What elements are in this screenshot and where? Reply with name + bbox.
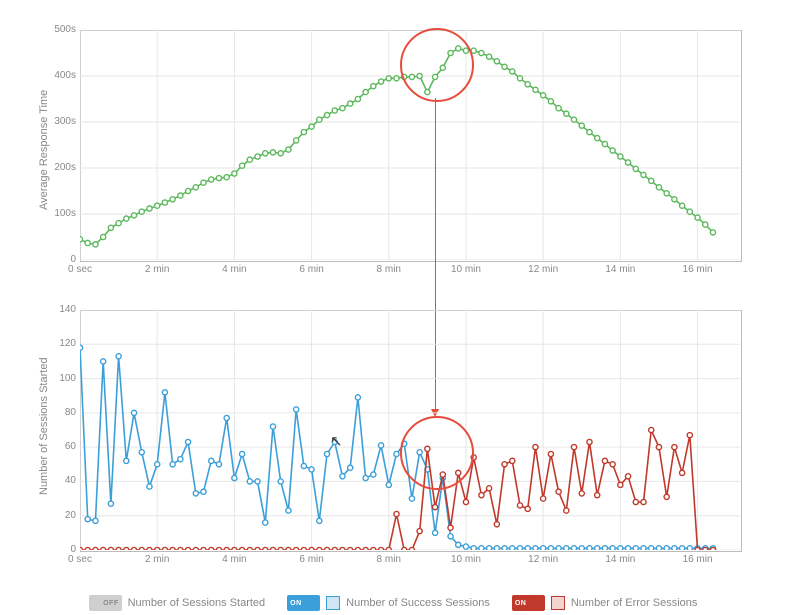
- y-tick-label: 100: [36, 373, 76, 384]
- legend-swatch-red: [551, 596, 565, 610]
- x-tick-label: 10 min: [451, 264, 481, 275]
- y-tick-label: 20: [36, 510, 76, 521]
- annotation-circle-top: [400, 28, 474, 102]
- chart-top-ylabel: Average Response Time: [38, 90, 50, 210]
- y-tick-label: 60: [36, 441, 76, 452]
- legend-item-error-sessions[interactable]: ON Number of Error Sessions: [512, 595, 698, 611]
- annotation-circle-bottom: [400, 416, 474, 490]
- legend-swatch-blue: [326, 596, 340, 610]
- x-tick-label: 14 min: [605, 264, 635, 275]
- x-tick-label: 2 min: [145, 554, 169, 565]
- y-tick-label: 140: [36, 304, 76, 315]
- x-tick-label: 8 min: [377, 264, 401, 275]
- y-tick-label: 300s: [36, 116, 76, 127]
- y-tick-label: 40: [36, 475, 76, 486]
- legend: OFF Number of Sessions Started ON Number…: [0, 595, 786, 611]
- x-tick-label: 10 min: [451, 554, 481, 565]
- x-tick-label: 0 sec: [68, 554, 92, 565]
- toggle-on-icon[interactable]: ON: [287, 595, 320, 611]
- legend-label: Number of Error Sessions: [571, 597, 698, 609]
- legend-item-sessions-started[interactable]: OFF Number of Sessions Started: [89, 595, 266, 611]
- mouse-cursor-icon: ↖: [330, 432, 343, 450]
- y-tick-label: 400s: [36, 70, 76, 81]
- x-tick-label: 12 min: [528, 264, 558, 275]
- x-tick-label: 6 min: [299, 264, 323, 275]
- x-tick-label: 6 min: [299, 554, 323, 565]
- x-tick-label: 4 min: [222, 264, 246, 275]
- x-tick-label: 0 sec: [68, 264, 92, 275]
- toggle-off-icon[interactable]: OFF: [89, 595, 122, 611]
- x-tick-label: 4 min: [222, 554, 246, 565]
- x-tick-label: 8 min: [377, 554, 401, 565]
- legend-item-success-sessions[interactable]: ON Number of Success Sessions: [287, 595, 490, 611]
- x-tick-label: 2 min: [145, 264, 169, 275]
- y-tick-label: 500s: [36, 24, 76, 35]
- legend-label: Number of Sessions Started: [128, 597, 266, 609]
- legend-label: Number of Success Sessions: [346, 597, 490, 609]
- x-tick-label: 16 min: [683, 554, 713, 565]
- y-tick-label: 100s: [36, 208, 76, 219]
- y-tick-label: 120: [36, 338, 76, 349]
- x-tick-label: 12 min: [528, 554, 558, 565]
- x-tick-label: 16 min: [683, 264, 713, 275]
- toggle-on-icon[interactable]: ON: [512, 595, 545, 611]
- x-tick-label: 14 min: [605, 554, 635, 565]
- y-tick-label: 80: [36, 407, 76, 418]
- y-tick-label: 200s: [36, 162, 76, 173]
